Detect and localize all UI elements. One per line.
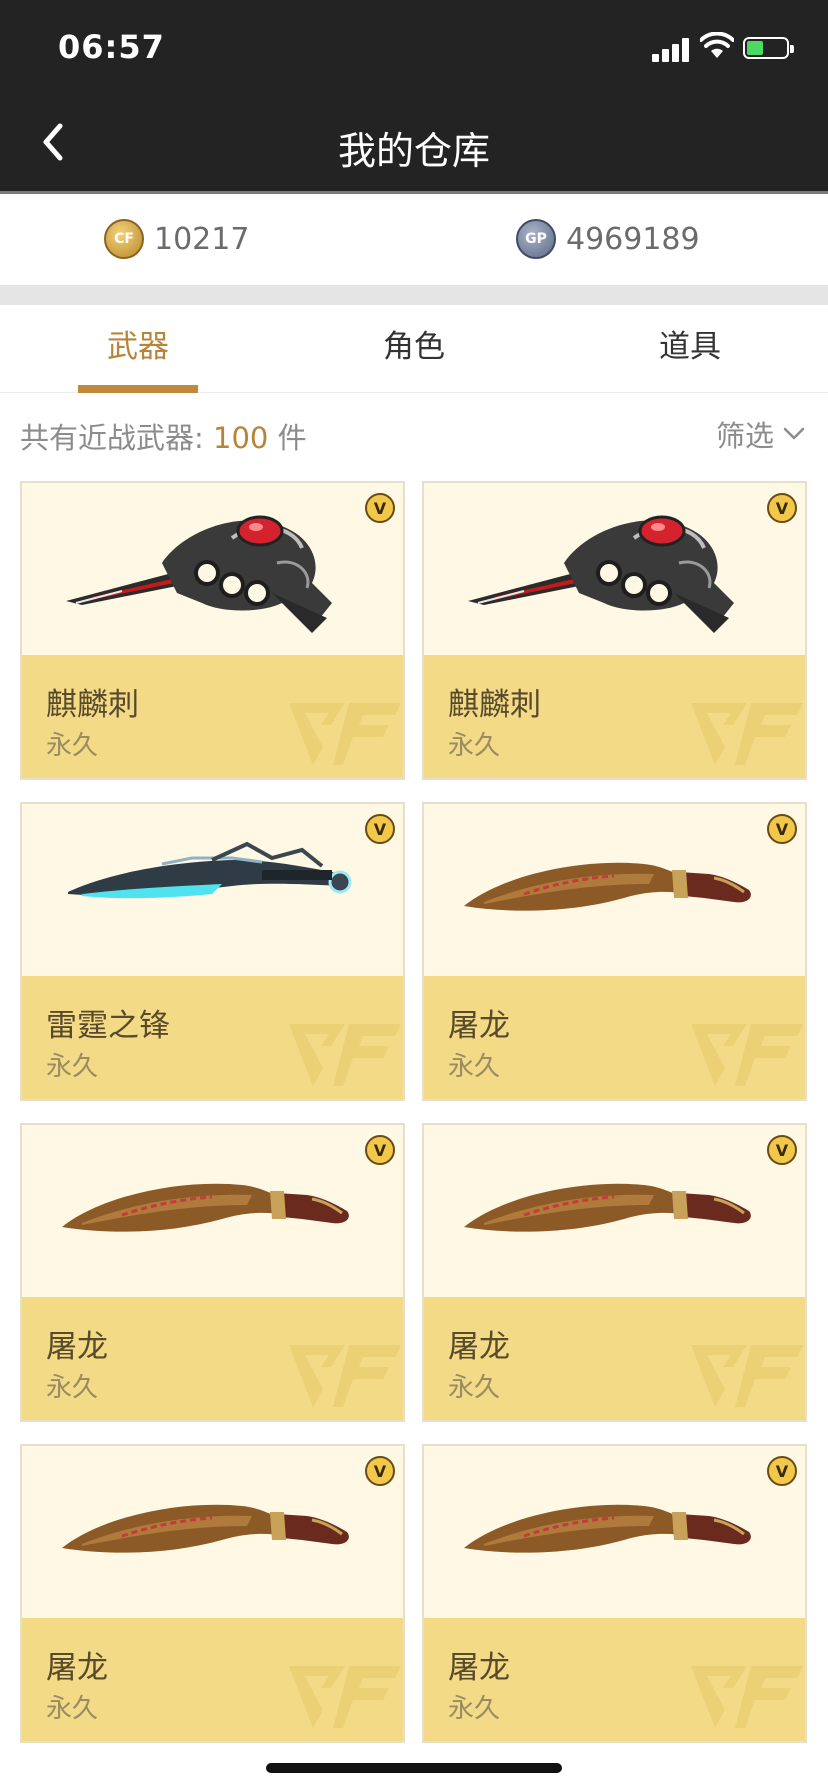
weapon-image-area: V <box>424 1446 805 1618</box>
weapon-name: 屠龙 <box>448 1329 510 1365</box>
gp-value: 4969189 <box>566 221 700 257</box>
weapon-duration: 永久 <box>46 1694 99 1724</box>
kukri-weapon-image <box>464 1135 769 1285</box>
weapon-image-area: V <box>22 1446 403 1618</box>
weapon-duration: 永久 <box>448 1052 501 1082</box>
vip-badge-icon: V <box>365 1456 395 1486</box>
tab-weapons[interactable]: 武器 <box>0 305 276 393</box>
cf-logo-watermark-icon <box>289 1666 401 1728</box>
kukri-weapon-image <box>464 1456 769 1606</box>
knuckle-blade-weapon-image <box>464 493 769 643</box>
weapon-card[interactable]: V 屠龙 永久 <box>422 1123 807 1422</box>
weapon-image-area: V <box>22 804 403 976</box>
weapon-info: 屠龙 永久 <box>424 976 805 1099</box>
cf-points-balance: CF 10217 <box>104 219 249 259</box>
weapon-duration: 永久 <box>46 731 99 761</box>
page-title: 我的仓库 <box>337 129 490 173</box>
cf-logo-watermark-icon <box>691 703 803 765</box>
kukri-weapon-image <box>62 1135 367 1285</box>
summary-count: 100 <box>213 421 269 455</box>
weapon-count-summary: 共有近战武器: 100 件 <box>20 415 307 457</box>
summary-suffix: 件 <box>268 421 307 455</box>
weapon-info: 屠龙 永久 <box>424 1297 805 1420</box>
gp-coin-icon: GP <box>516 219 556 259</box>
filter-label: 筛选 <box>715 419 774 453</box>
cf-coin-icon: CF <box>104 219 144 259</box>
kukri-weapon-image <box>62 1456 367 1606</box>
cf-logo-watermark-icon <box>691 1345 803 1407</box>
cf-logo-watermark-icon <box>691 1024 803 1086</box>
weapon-name: 屠龙 <box>46 1650 108 1686</box>
weapon-duration: 永久 <box>46 1373 99 1403</box>
weapon-name: 屠龙 <box>448 1650 510 1686</box>
cyan-blade-weapon-image <box>62 814 367 964</box>
cf-logo-watermark-icon <box>289 1345 401 1407</box>
weapon-card[interactable]: V 屠龙 永久 <box>422 1444 807 1743</box>
weapon-info: 屠龙 永久 <box>22 1618 403 1741</box>
weapon-image-area: V <box>424 483 805 655</box>
cf-points-value: 10217 <box>154 221 250 257</box>
kukri-weapon-image <box>464 814 769 964</box>
signal-icon <box>652 36 696 62</box>
currency-bar: CF 10217 GP 4969189 <box>0 197 828 285</box>
battery-icon <box>743 37 794 59</box>
summary-row: 共有近战武器: 100 件 筛选 <box>0 393 828 473</box>
weapon-duration: 永久 <box>46 1052 99 1082</box>
tab-items[interactable]: 道具 <box>552 305 828 393</box>
chevron-down-icon <box>783 427 805 440</box>
tab-bar: 武器 角色 道具 <box>0 305 828 393</box>
weapon-name: 雷霆之锋 <box>46 1008 170 1044</box>
vip-badge-icon: V <box>767 493 797 523</box>
cf-logo-watermark-icon <box>691 1666 803 1728</box>
weapon-card[interactable]: V 屠龙 永久 <box>20 1444 405 1743</box>
weapon-image-area: V <box>424 1125 805 1297</box>
weapon-info: 麒麟刺 永久 <box>424 655 805 778</box>
knuckle-blade-weapon-image <box>62 493 367 643</box>
weapon-info: 屠龙 永久 <box>424 1618 805 1741</box>
vip-badge-icon: V <box>365 1135 395 1165</box>
weapon-image-area: V <box>22 1125 403 1297</box>
weapon-card[interactable]: V 麒麟刺 永久 <box>20 481 405 780</box>
filter-button[interactable]: 筛选 <box>716 413 806 455</box>
summary-prefix: 共有近战武器: <box>20 421 213 455</box>
nav-bar: 我的仓库 <box>0 92 828 194</box>
weapon-card[interactable]: V 屠龙 永久 <box>20 1123 405 1422</box>
gp-balance: GP 4969189 <box>516 219 700 259</box>
cf-logo-watermark-icon <box>289 1024 401 1086</box>
weapon-duration: 永久 <box>448 1694 501 1724</box>
active-tab-indicator <box>78 385 198 393</box>
weapon-info: 麒麟刺 永久 <box>22 655 403 778</box>
weapon-card[interactable]: V 雷霆之锋 永久 <box>20 802 405 1101</box>
vip-badge-icon: V <box>767 1135 797 1165</box>
weapon-card[interactable]: V 麒麟刺 永久 <box>422 481 807 780</box>
status-bar: 06:57 <box>0 0 828 92</box>
tab-characters[interactable]: 角色 <box>276 305 552 393</box>
status-time: 06:57 <box>58 28 165 66</box>
weapon-name: 麒麟刺 <box>46 687 139 723</box>
weapon-image-area: V <box>22 483 403 655</box>
home-indicator <box>266 1763 562 1773</box>
weapon-info: 雷霆之锋 永久 <box>22 976 403 1099</box>
vip-badge-icon: V <box>767 1456 797 1486</box>
section-divider <box>0 285 828 305</box>
cf-logo-watermark-icon <box>289 703 401 765</box>
weapon-duration: 永久 <box>448 731 501 761</box>
weapon-name: 屠龙 <box>448 1008 510 1044</box>
weapon-card[interactable]: V 屠龙 永久 <box>422 802 807 1101</box>
vip-badge-icon: V <box>365 814 395 844</box>
vip-badge-icon: V <box>767 814 797 844</box>
wifi-icon <box>700 32 734 58</box>
weapon-name: 屠龙 <box>46 1329 108 1365</box>
weapon-duration: 永久 <box>448 1373 501 1403</box>
weapon-image-area: V <box>424 804 805 976</box>
vip-badge-icon: V <box>365 493 395 523</box>
weapon-name: 麒麟刺 <box>448 687 541 723</box>
weapon-info: 屠龙 永久 <box>22 1297 403 1420</box>
